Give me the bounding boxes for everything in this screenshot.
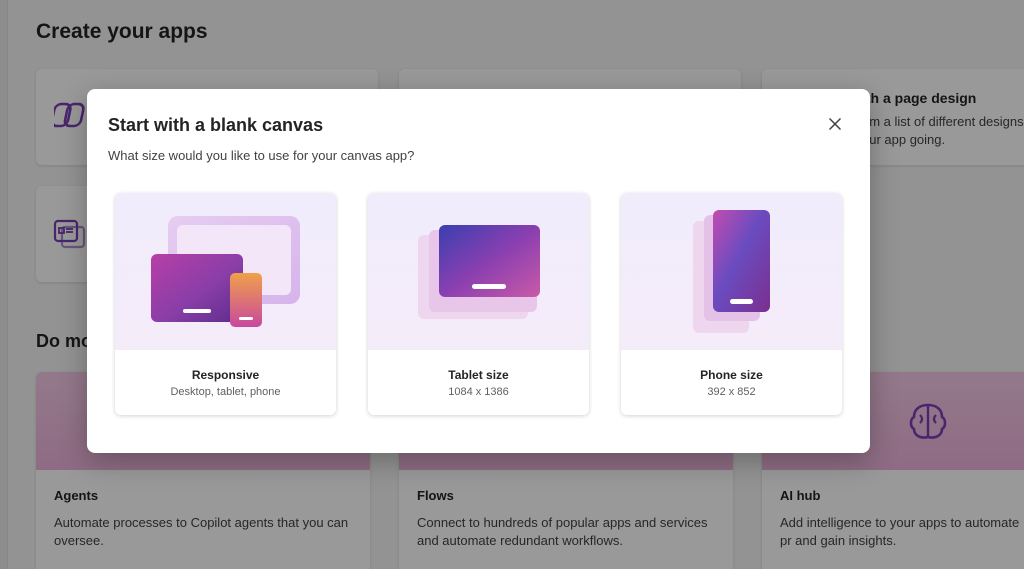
blank-canvas-dialog: Start with a blank canvas What size woul… xyxy=(87,89,870,453)
tablet-illustration xyxy=(368,193,589,350)
responsive-illustration xyxy=(115,193,336,350)
option-responsive[interactable]: Responsive Desktop, tablet, phone xyxy=(115,193,336,415)
option-title: Tablet size xyxy=(448,368,509,382)
dialog-title: Start with a blank canvas xyxy=(108,115,324,135)
close-icon xyxy=(828,117,842,131)
option-title: Responsive xyxy=(191,368,260,382)
option-phone[interactable]: Phone size 392 x 852 xyxy=(621,193,842,415)
option-subtitle: 1084 x 1386 xyxy=(448,386,509,398)
close-button[interactable] xyxy=(824,113,846,135)
option-subtitle: 392 x 852 xyxy=(707,386,756,398)
option-subtitle: Desktop, tablet, phone xyxy=(170,386,281,398)
dialog-subtitle: What size would you like to use for your… xyxy=(108,148,415,163)
phone-illustration xyxy=(621,193,842,350)
option-title: Phone size xyxy=(700,368,763,382)
option-tablet[interactable]: Tablet size 1084 x 1386 xyxy=(368,193,589,415)
